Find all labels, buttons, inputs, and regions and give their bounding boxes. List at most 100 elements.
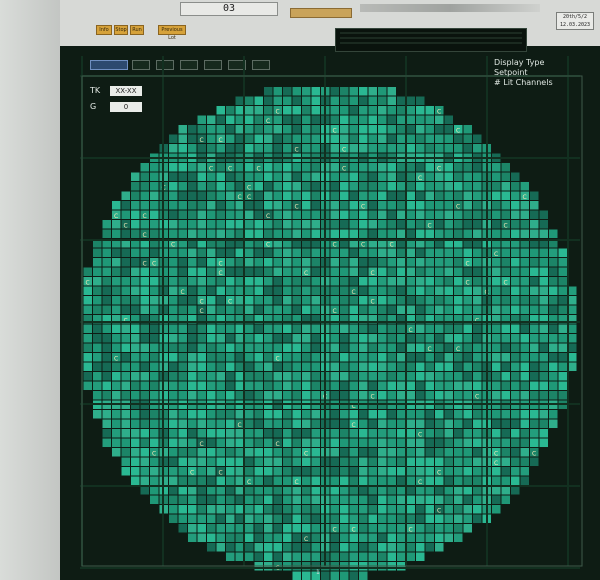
die-cell: [473, 182, 482, 191]
die-cell: [264, 134, 273, 143]
die-cell: [245, 467, 254, 476]
die-cell: [416, 343, 425, 352]
die-cell: [425, 134, 434, 143]
die-cell: [302, 172, 311, 181]
die-cell: [463, 381, 472, 390]
die-cell: [511, 201, 520, 210]
die-cell: [302, 248, 311, 257]
die-cell: [416, 182, 425, 191]
die-cell: [207, 220, 216, 229]
die-cell: [178, 524, 187, 533]
die-marker: C: [152, 261, 156, 268]
die-cell: [150, 296, 159, 305]
die-cell: [387, 495, 396, 504]
die-cell: [378, 324, 387, 333]
die-cell: [188, 343, 197, 352]
die-cell: [178, 248, 187, 257]
die-cell: [311, 524, 320, 533]
die-cell: [330, 391, 339, 400]
die-cell: [292, 210, 301, 219]
die-cell: [520, 229, 529, 238]
die-cell: [435, 391, 444, 400]
die-cell: [216, 495, 225, 504]
die-cell: [131, 220, 140, 229]
tk-field[interactable]: XX-XX: [110, 86, 142, 96]
die-cell: [435, 220, 444, 229]
die-cell: [188, 353, 197, 362]
die-cell: [207, 267, 216, 276]
die-cell: [368, 543, 377, 552]
die-marker: C: [124, 223, 128, 230]
die-cell: [150, 495, 159, 504]
die-cell: [454, 229, 463, 238]
g-field[interactable]: 0: [110, 102, 142, 112]
die-cell: [235, 125, 244, 134]
die-cell: [188, 476, 197, 485]
die-cell: [207, 229, 216, 238]
die-cell: [349, 514, 358, 523]
die-cell: [207, 258, 216, 267]
die-cell: [216, 324, 225, 333]
die-cell: [340, 448, 349, 457]
die-cell: [397, 182, 406, 191]
die-cell: [549, 334, 558, 343]
die-cell: [169, 324, 178, 333]
info-button[interactable]: Info: [96, 25, 112, 35]
die-cell: [349, 210, 358, 219]
die-cell: [302, 571, 311, 580]
die-cell: [530, 220, 539, 229]
die-cell: [302, 106, 311, 115]
die-cell: [463, 229, 472, 238]
die-cell: [102, 220, 111, 229]
die-cell: [311, 248, 320, 257]
die-cell: [131, 476, 140, 485]
die-cell: [264, 514, 273, 523]
die-cell: [235, 391, 244, 400]
die-cell: [368, 125, 377, 134]
die-cell: [207, 391, 216, 400]
die-cell: [83, 334, 92, 343]
die-cell: [539, 267, 548, 276]
die-cell: [463, 125, 472, 134]
die-cell: [273, 267, 282, 276]
die-cell: [387, 106, 396, 115]
die-cell: [435, 362, 444, 371]
die-cell: [378, 543, 387, 552]
die-cell: [378, 438, 387, 447]
die-cell: [188, 305, 197, 314]
die-cell: [207, 419, 216, 428]
die-cell: [340, 87, 349, 96]
die-cell: [501, 305, 510, 314]
die-cell: [406, 457, 415, 466]
stop-button[interactable]: Stop: [114, 25, 128, 35]
die-cell: [245, 134, 254, 143]
die-cell: [283, 106, 292, 115]
die-cell: [254, 524, 263, 533]
die-cell: [302, 125, 311, 134]
run-button[interactable]: Run: [130, 25, 144, 35]
die-cell: [131, 210, 140, 219]
die-cell: [245, 391, 254, 400]
die-cell: [264, 533, 273, 542]
die-cell: [254, 201, 263, 210]
die-cell: [454, 267, 463, 276]
die-cell: [302, 305, 311, 314]
die-cell: [311, 353, 320, 362]
die-cell: [406, 543, 415, 552]
die-cell: [330, 533, 339, 542]
die-cell: [292, 296, 301, 305]
die-cell: [406, 362, 415, 371]
die-cell: [397, 277, 406, 286]
die-cell: [340, 533, 349, 542]
die-cell: [207, 277, 216, 286]
die-cell: [530, 258, 539, 267]
die-cell: [340, 277, 349, 286]
die-cell: [340, 372, 349, 381]
die-cell: [254, 296, 263, 305]
die-cell: [387, 286, 396, 295]
die-cell: [131, 353, 140, 362]
die-cell: [283, 324, 292, 333]
die-cell: [188, 457, 197, 466]
previous-lot-button[interactable]: Previous Lot: [158, 25, 186, 41]
die-cell: [435, 229, 444, 238]
